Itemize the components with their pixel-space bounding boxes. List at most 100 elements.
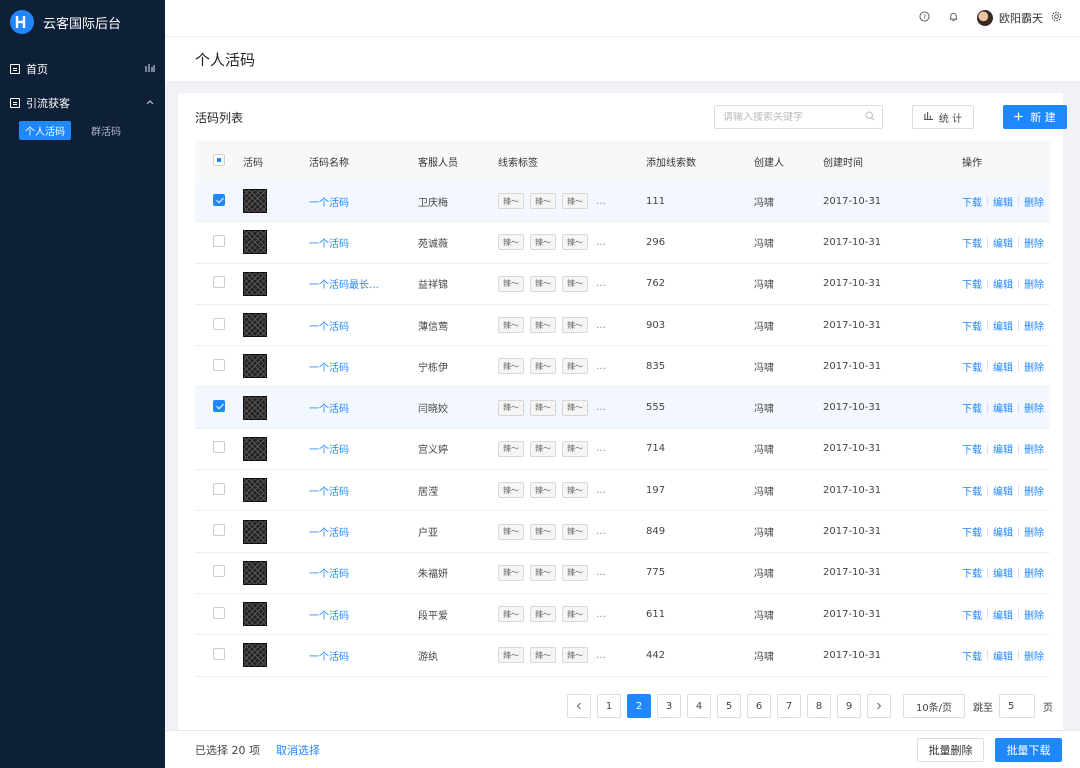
page-number-button[interactable]: 2 [627, 694, 651, 718]
table-row[interactable]: 一个活码 闫晓姣 辣～ 辣～ 辣～ … 555 冯啸 2017-10-31 下载 编辑 删除 [195, 387, 1050, 429]
row-checkbox[interactable] [213, 193, 225, 206]
page-number-button[interactable]: 1 [597, 694, 621, 718]
edit-link[interactable]: 编辑 [993, 235, 1013, 250]
edit-link[interactable]: 编辑 [993, 648, 1013, 663]
statistics-button[interactable]: 统 计 [912, 105, 974, 129]
more-tags-ellipsis[interactable]: … [596, 278, 606, 289]
search-box[interactable] [714, 105, 883, 129]
sidebar-item-home[interactable]: 首页 [0, 52, 165, 86]
code-name-link[interactable]: 一个活码 [309, 445, 349, 456]
table-row[interactable]: 一个活码 苑诚薇 辣～ 辣～ 辣～ … 296 冯啸 2017-10-31 下载 编辑 删除 [195, 222, 1050, 264]
more-tags-ellipsis[interactable]: … [596, 237, 606, 248]
table-row[interactable]: 一个活码 段平爱 辣～ 辣～ 辣～ … 611 冯啸 2017-10-31 下载 编辑 删除 [195, 594, 1050, 636]
bar-chart-icon[interactable] [145, 63, 155, 76]
code-name-link[interactable]: 一个活码 [309, 652, 349, 663]
more-tags-ellipsis[interactable]: … [596, 320, 606, 331]
page-number-button[interactable]: 3 [657, 694, 681, 718]
more-tags-ellipsis[interactable]: … [596, 443, 606, 454]
edit-link[interactable]: 编辑 [993, 276, 1013, 291]
page-number-button[interactable]: 4 [687, 694, 711, 718]
row-checkbox[interactable] [213, 606, 225, 619]
edit-link[interactable]: 编辑 [993, 565, 1013, 580]
username[interactable]: 欧阳霸天 [999, 10, 1043, 26]
qr-code-thumbnail[interactable] [243, 230, 267, 255]
qr-code-thumbnail[interactable] [243, 643, 267, 668]
edit-link[interactable]: 编辑 [993, 607, 1013, 622]
page-number-button[interactable]: 6 [747, 694, 771, 718]
more-tags-ellipsis[interactable]: … [596, 609, 606, 620]
download-link[interactable]: 下载 [962, 565, 982, 580]
chevron-up-icon[interactable] [145, 97, 155, 110]
code-name-link[interactable]: 一个活码 [309, 322, 349, 333]
page-number-button[interactable]: 8 [807, 694, 831, 718]
row-checkbox[interactable] [213, 317, 225, 330]
table-row[interactable]: 一个活码 居滢 辣～ 辣～ 辣～ … 197 冯啸 2017-10-31 下载 编辑 删除 [195, 470, 1050, 512]
batch-delete-button[interactable]: 批量删除 [917, 738, 984, 762]
more-tags-ellipsis[interactable]: … [596, 361, 606, 372]
table-row[interactable]: 一个活码 卫庆梅 辣～ 辣～ 辣～ … 111 冯啸 2017-10-31 下载 编辑 删除 [195, 181, 1050, 223]
table-row[interactable]: 一个活码 薄信莺 辣～ 辣～ 辣～ … 903 冯啸 2017-10-31 下载 编辑 删除 [195, 305, 1050, 347]
delete-link[interactable]: 删除 [1024, 400, 1044, 415]
row-checkbox[interactable] [213, 358, 225, 371]
page-number-button[interactable]: 5 [717, 694, 741, 718]
delete-link[interactable]: 删除 [1024, 565, 1044, 580]
delete-link[interactable]: 删除 [1024, 359, 1044, 374]
row-checkbox[interactable] [213, 234, 225, 247]
more-tags-ellipsis[interactable]: … [596, 485, 606, 496]
help-icon[interactable]: ? [919, 11, 930, 25]
qr-code-thumbnail[interactable] [243, 478, 267, 503]
new-button[interactable]: 新 建 [1003, 105, 1067, 129]
download-link[interactable]: 下载 [962, 235, 982, 250]
row-checkbox[interactable] [213, 482, 225, 495]
edit-link[interactable]: 编辑 [993, 318, 1013, 333]
download-link[interactable]: 下载 [962, 648, 982, 663]
more-tags-ellipsis[interactable]: … [596, 650, 606, 661]
delete-link[interactable]: 删除 [1024, 607, 1044, 622]
sidebar-item-traffic[interactable]: 引流获客 [0, 86, 165, 120]
download-link[interactable]: 下载 [962, 607, 982, 622]
delete-link[interactable]: 删除 [1024, 194, 1044, 209]
delete-link[interactable]: 删除 [1024, 276, 1044, 291]
more-tags-ellipsis[interactable]: … [596, 402, 606, 413]
edit-link[interactable]: 编辑 [993, 524, 1013, 539]
gear-icon[interactable] [1051, 11, 1062, 25]
qr-code-thumbnail[interactable] [243, 560, 267, 585]
select-all-checkbox[interactable] [213, 153, 225, 166]
row-checkbox[interactable] [213, 441, 225, 454]
row-checkbox[interactable] [213, 276, 225, 289]
code-name-link[interactable]: 一个活码 [309, 404, 349, 415]
more-tags-ellipsis[interactable]: … [596, 196, 606, 207]
table-row[interactable]: 一个活码 宫义婷 辣～ 辣～ 辣～ … 714 冯啸 2017-10-31 下载 编辑 删除 [195, 429, 1050, 471]
page-number-button[interactable]: 7 [777, 694, 801, 718]
download-link[interactable]: 下载 [962, 359, 982, 374]
search-input[interactable] [723, 111, 853, 123]
table-row[interactable]: 一个活码最长… 益祥锦 辣～ 辣～ 辣～ … 762 冯啸 2017-10-31 下载 编辑 删除 [195, 264, 1050, 305]
table-row[interactable]: 一个活码 游纨 辣～ 辣～ 辣～ … 442 冯啸 2017-10-31 下载 编辑 删除 [195, 635, 1050, 677]
edit-link[interactable]: 编辑 [993, 194, 1013, 209]
search-icon[interactable] [865, 111, 875, 124]
code-name-link[interactable]: 一个活码 [309, 528, 349, 539]
jump-page-input[interactable]: 5 [999, 694, 1035, 718]
delete-link[interactable]: 删除 [1024, 318, 1044, 333]
page-size-select[interactable]: 10条/页 [903, 694, 965, 718]
qr-code-thumbnail[interactable] [243, 313, 267, 338]
row-checkbox[interactable] [213, 400, 225, 413]
delete-link[interactable]: 删除 [1024, 235, 1044, 250]
delete-link[interactable]: 删除 [1024, 441, 1044, 456]
qr-code-thumbnail[interactable] [243, 602, 267, 627]
edit-link[interactable]: 编辑 [993, 441, 1013, 456]
qr-code-thumbnail[interactable] [243, 189, 267, 214]
row-checkbox[interactable] [213, 647, 225, 660]
qr-code-thumbnail[interactable] [243, 271, 267, 296]
table-row[interactable]: 一个活码 宁栋伊 辣～ 辣～ 辣～ … 835 冯啸 2017-10-31 下载 编辑 删除 [195, 346, 1050, 388]
next-page-button[interactable] [867, 694, 891, 718]
prev-page-button[interactable] [567, 694, 591, 718]
edit-link[interactable]: 编辑 [993, 359, 1013, 374]
brand[interactable]: 云客国际后台 [0, 0, 165, 44]
download-link[interactable]: 下载 [962, 400, 982, 415]
code-name-link[interactable]: 一个活码 [309, 611, 349, 622]
download-link[interactable]: 下载 [962, 441, 982, 456]
table-row[interactable]: 一个活码 户亚 辣～ 辣～ 辣～ … 849 冯啸 2017-10-31 下载 编辑 删除 [195, 511, 1050, 553]
more-tags-ellipsis[interactable]: … [596, 526, 606, 537]
table-row[interactable]: 一个活码 朱福妍 辣～ 辣～ 辣～ … 775 冯啸 2017-10-31 下载 编辑 删除 [195, 553, 1050, 594]
